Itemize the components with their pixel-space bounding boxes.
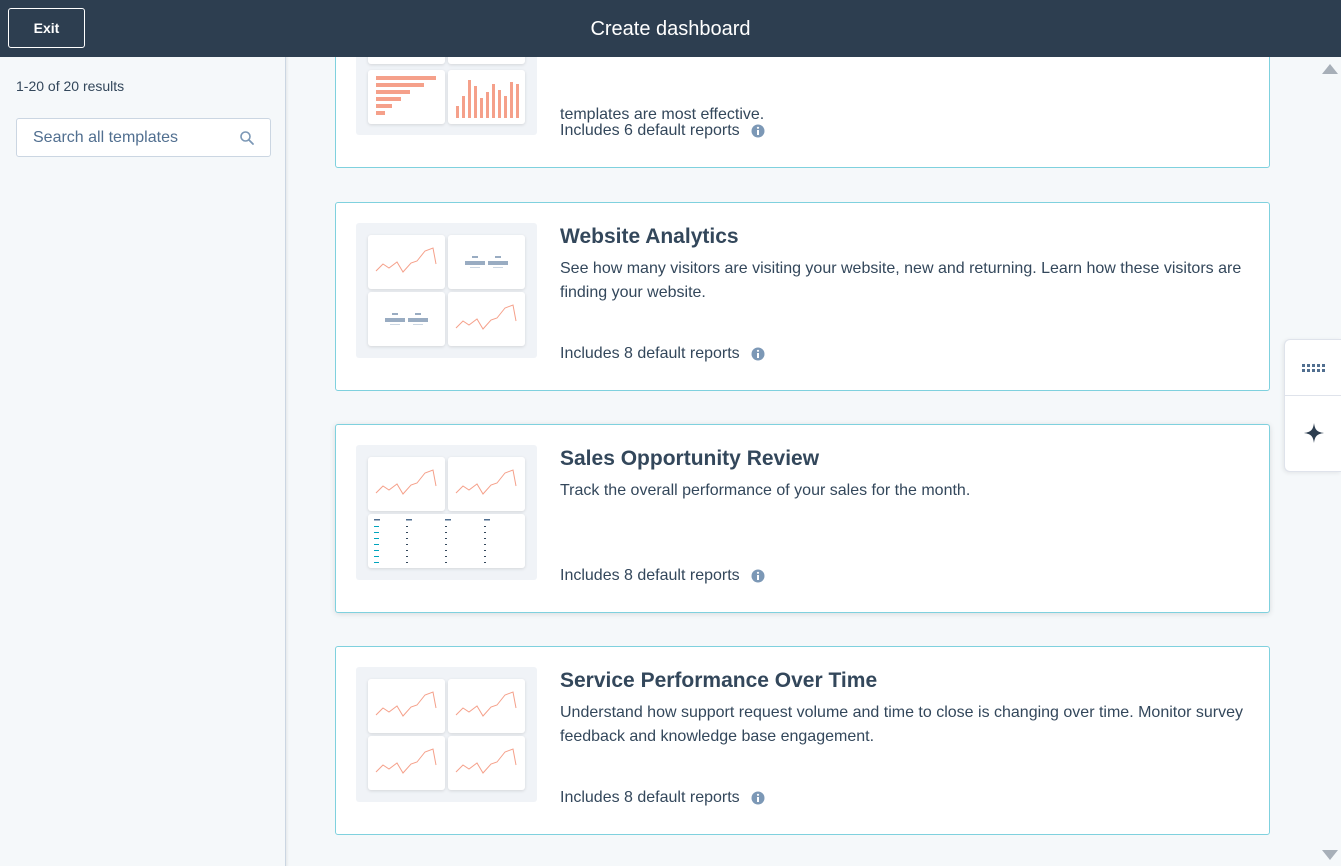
template-title: Website Analytics [560, 225, 739, 248]
search-icon[interactable] [239, 130, 255, 146]
panel-divider [1285, 395, 1341, 396]
template-description: Understand how support request volume an… [560, 704, 1244, 745]
info-icon[interactable] [751, 791, 765, 805]
template-thumbnail [356, 223, 537, 358]
results-count: 1-20 of 20 results [16, 78, 125, 94]
report-count-label: Includes 8 default reports [560, 789, 740, 806]
report-count-label: Includes 8 default reports [560, 345, 740, 362]
template-thumbnail [356, 57, 537, 135]
floating-tool-panel [1284, 339, 1341, 472]
scroll-up-arrow[interactable] [1322, 64, 1338, 74]
info-icon[interactable] [751, 569, 765, 583]
template-report-count: Includes 8 default reports [560, 345, 765, 363]
template-report-count: Includes 8 default reports [560, 789, 765, 807]
template-description: See how many visitors are visiting your … [560, 260, 1242, 301]
thumbnail-line-chart [448, 679, 525, 733]
thumbnail-column-chart [448, 70, 525, 124]
thumbnail-line-chart [368, 736, 445, 790]
sparkle-icon [1303, 422, 1325, 449]
search-input[interactable] [17, 119, 237, 156]
thumbnail-line-chart [368, 457, 445, 511]
template-card[interactable]: Sales Opportunity Review Track the overa… [335, 424, 1270, 613]
grid-dots-icon [1301, 359, 1326, 377]
top-bar: Exit Create dashboard [0, 0, 1341, 57]
thumbnail-line-chart [448, 292, 525, 346]
template-thumbnail [356, 445, 537, 580]
thumbnail-line-chart [448, 457, 525, 511]
thumbnail-kpi [368, 292, 445, 346]
template-card[interactable]: Website Analytics See how many visitors … [335, 202, 1270, 391]
thumbnail-kpi [448, 235, 525, 289]
info-icon[interactable] [751, 347, 765, 361]
thumbnail-table [368, 514, 525, 568]
info-icon[interactable] [751, 124, 765, 138]
report-count-label: Includes 8 default reports [560, 567, 740, 584]
template-card[interactable]: templates are most effective. Includes 6… [335, 57, 1270, 168]
ai-assistant-button[interactable] [1285, 402, 1341, 468]
thumbnail-line-chart [368, 235, 445, 289]
search-box[interactable] [16, 118, 271, 157]
thumbnail-line-chart [368, 679, 445, 733]
grid-menu-button[interactable] [1285, 340, 1341, 395]
template-report-count: Includes 8 default reports [560, 567, 765, 585]
template-description: Track the overall performance of your sa… [560, 482, 971, 499]
template-list: templates are most effective. Includes 6… [289, 57, 1316, 866]
report-count-label: Includes 6 default reports [560, 122, 740, 139]
template-report-count: Includes 6 default reports [560, 122, 765, 140]
scroll-down-arrow[interactable] [1322, 850, 1338, 860]
thumbnail-bar-chart [368, 70, 445, 124]
template-thumbnail [356, 667, 537, 802]
thumbnail-line-chart [448, 736, 525, 790]
template-title: Sales Opportunity Review [560, 447, 820, 470]
thumbnail-chart [368, 57, 445, 64]
sidebar: 1-20 of 20 results [0, 57, 286, 866]
thumbnail-chart [448, 57, 525, 64]
template-card[interactable]: Service Performance Over Time Understand… [335, 646, 1270, 835]
template-title: Service Performance Over Time [560, 669, 878, 692]
page-title: Create dashboard [590, 18, 751, 40]
